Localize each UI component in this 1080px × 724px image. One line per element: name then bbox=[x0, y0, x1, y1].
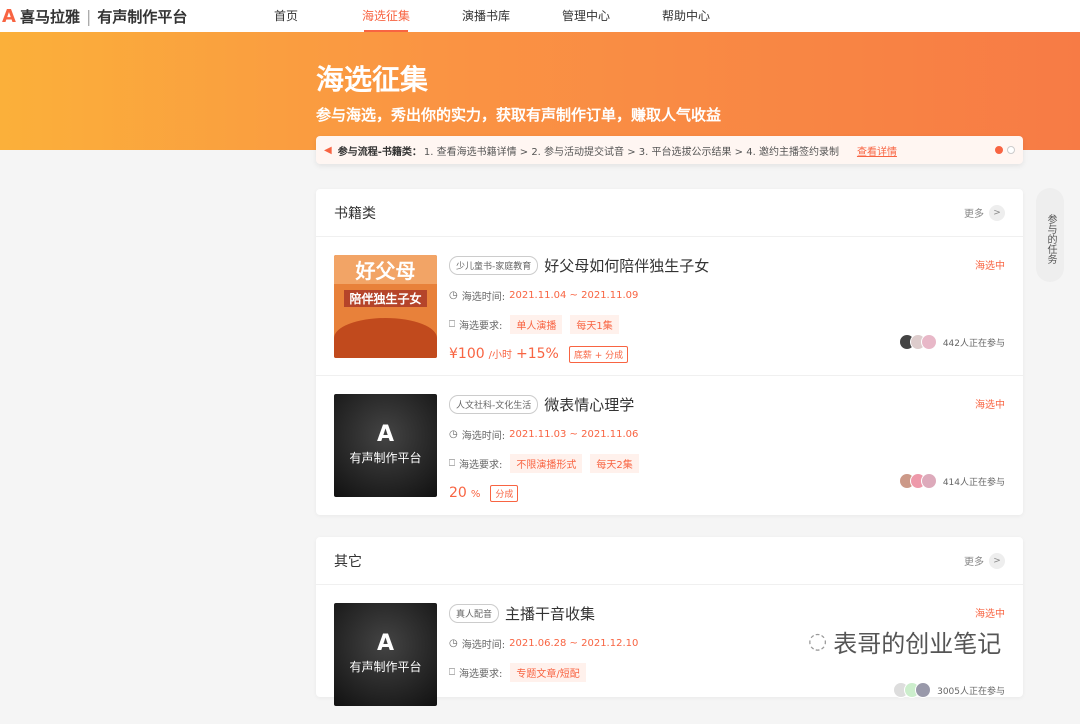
divider: | bbox=[86, 7, 91, 26]
participants: 414人正在参与 bbox=[904, 473, 1005, 489]
nav-home[interactable]: 首页 bbox=[236, 0, 336, 32]
list-item[interactable]: 好父母陪伴独生子女 少儿童书-家庭教育好父母如何陪伴独生子女 ◷海选时间:202… bbox=[316, 237, 1023, 376]
process-label: 参与流程-书籍类： bbox=[338, 143, 422, 158]
clock-icon: ◷ bbox=[449, 290, 458, 301]
price: ¥100/小时+15%底薪 + 分成 bbox=[449, 346, 709, 363]
participants: 442人正在参与 bbox=[904, 334, 1005, 350]
process-steps: 1. 查看海选书籍详情 > 2. 参与活动提交试音 > 3. 平台选拔公示结果 … bbox=[424, 143, 839, 158]
casting-time: 2021.11.04 ~ 2021.11.09 bbox=[509, 290, 638, 301]
avatar bbox=[921, 334, 937, 350]
nav-casting[interactable]: 海选征集 bbox=[336, 0, 436, 32]
page-subtitle: 参与海选，秀出你的实力，获取有声制作订单，赚取人气收益 bbox=[316, 104, 721, 125]
category-tag: 少儿童书-家庭教育 bbox=[449, 256, 538, 275]
process-notice: ◀ 参与流程-书籍类： 1. 查看海选书籍详情 > 2. 参与活动提交试音 > … bbox=[316, 136, 1023, 164]
status-badge: 海选中 bbox=[975, 605, 1005, 620]
nav-help[interactable]: 帮助中心 bbox=[636, 0, 736, 32]
page-title: 海选征集 bbox=[316, 58, 428, 98]
participants: 3005人正在参与 bbox=[898, 682, 1005, 698]
view-details-link[interactable]: 查看详情 bbox=[857, 143, 897, 158]
hero-banner bbox=[0, 32, 1080, 150]
brand-name: 喜马拉雅 bbox=[20, 6, 80, 27]
chevron-right-icon: > bbox=[989, 553, 1005, 569]
chevron-right-icon: > bbox=[989, 205, 1005, 221]
bookmark-icon: ⎕ bbox=[449, 319, 455, 330]
section-title: 书籍类 bbox=[334, 203, 376, 223]
category-tag: 人文社科-文化生活 bbox=[449, 395, 538, 414]
main-nav: 首页海选征集演播书库管理中心帮助中心 bbox=[236, 0, 736, 32]
nav-management[interactable]: 管理中心 bbox=[536, 0, 636, 32]
book-cover: 好父母陪伴独生子女 bbox=[334, 255, 437, 358]
logo-mark: A bbox=[2, 6, 16, 27]
nav-library[interactable]: 演播书库 bbox=[436, 0, 536, 32]
more-button[interactable]: 更多> bbox=[964, 205, 1005, 221]
platform-name: 有声制作平台 bbox=[97, 6, 187, 27]
list-item[interactable]: A有声制作平台 人文社科-文化生活微表情心理学 ◷海选时间:2021.11.03… bbox=[316, 376, 1023, 515]
book-cover: A有声制作平台 bbox=[334, 394, 437, 497]
category-tag: 真人配音 bbox=[449, 604, 499, 623]
status-badge: 海选中 bbox=[975, 257, 1005, 272]
clock-icon: ◷ bbox=[449, 638, 458, 649]
megaphone-icon: ◀ bbox=[324, 145, 332, 156]
more-button[interactable]: 更多> bbox=[964, 553, 1005, 569]
clock-icon: ◷ bbox=[449, 429, 458, 440]
bookmark-icon: ⎕ bbox=[449, 458, 455, 469]
price: 20%分成 bbox=[449, 485, 639, 502]
section-other: 其它更多> A有声制作平台 真人配音主播干音收集 ◷海选时间:2021.06.2… bbox=[316, 537, 1023, 697]
watermark: ◌表哥的创业笔记 bbox=[808, 624, 1001, 659]
item-title[interactable]: 好父母如何陪伴独生子女 bbox=[544, 255, 709, 276]
item-title[interactable]: 主播干音收集 bbox=[505, 603, 595, 624]
carousel-dot-1[interactable] bbox=[995, 146, 1003, 154]
avatar bbox=[915, 682, 931, 698]
avatar bbox=[921, 473, 937, 489]
wechat-icon: ◌ bbox=[808, 629, 827, 654]
section-books: 书籍类更多> 好父母陪伴独生子女 少儿童书-家庭教育好父母如何陪伴独生子女 ◷海… bbox=[316, 189, 1023, 515]
bookmark-icon: ⎕ bbox=[449, 667, 455, 678]
item-title[interactable]: 微表情心理学 bbox=[544, 394, 634, 415]
top-nav-bar: A 喜马拉雅 | 有声制作平台 首页海选征集演播书库管理中心帮助中心 bbox=[0, 0, 1080, 32]
section-title: 其它 bbox=[334, 551, 362, 571]
my-tasks-button[interactable]: 参与的任务 bbox=[1036, 188, 1064, 282]
status-badge: 海选中 bbox=[975, 396, 1005, 411]
carousel-dot-2[interactable] bbox=[1007, 146, 1015, 154]
logo[interactable]: A 喜马拉雅 | 有声制作平台 bbox=[0, 6, 236, 27]
